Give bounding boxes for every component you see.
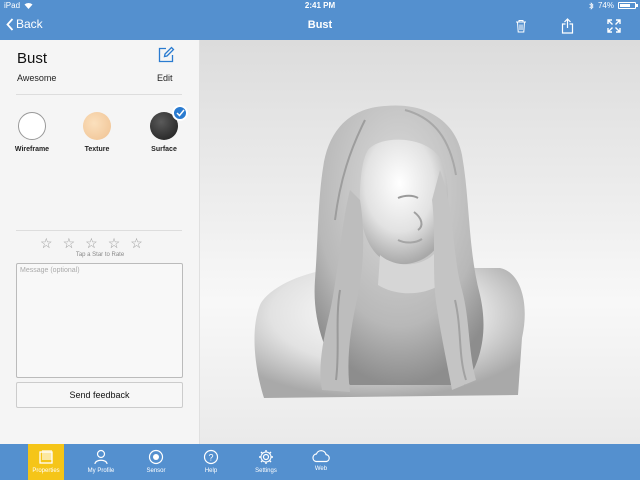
share-icon xyxy=(561,18,573,34)
tab-settings[interactable]: Settings xyxy=(248,444,284,480)
model-viewport[interactable] xyxy=(200,40,640,444)
render-mode-label: Texture xyxy=(84,146,110,153)
render-mode-texture[interactable]: Texture xyxy=(70,112,124,153)
tab-label: Properties xyxy=(32,468,60,474)
feedback-message-input[interactable] xyxy=(16,263,183,378)
cloud-icon xyxy=(312,450,330,463)
tab-my-profile[interactable]: My Profile xyxy=(83,444,119,480)
render-mode-surface[interactable]: Surface xyxy=(137,105,191,153)
star-icon[interactable]: ☆ xyxy=(130,236,143,250)
surface-swatch xyxy=(150,105,188,140)
divider xyxy=(16,94,182,95)
tab-label: Settings xyxy=(255,468,277,474)
texture-swatch xyxy=(83,112,111,140)
divider xyxy=(16,230,182,231)
help-icon: ? xyxy=(203,449,219,465)
wireframe-swatch xyxy=(18,112,46,140)
bust-model xyxy=(254,105,525,398)
rating-hint: Tap a Star to Rate xyxy=(75,252,125,258)
tab-label: Web xyxy=(314,466,328,472)
star-rating: ☆ ☆ ☆ ☆ ☆ xyxy=(40,236,143,250)
profile-icon xyxy=(94,449,108,465)
tab-label: Help xyxy=(204,468,218,474)
properties-icon xyxy=(39,450,53,464)
battery-percent: 74% xyxy=(597,1,614,10)
delete-button[interactable] xyxy=(512,17,530,35)
tab-label: Sensor xyxy=(146,468,166,474)
tab-properties[interactable]: Properties xyxy=(28,444,64,480)
status-time: 2:41 PM xyxy=(304,1,336,10)
svg-text:?: ? xyxy=(208,453,213,463)
star-icon[interactable]: ☆ xyxy=(108,236,121,250)
tab-sensor[interactable]: Sensor xyxy=(138,444,174,480)
bluetooth-icon xyxy=(589,1,594,10)
page-title: Bust xyxy=(307,19,333,31)
status-bar: iPad 2:41 PM 74% xyxy=(0,0,640,12)
tab-help[interactable]: ? Help xyxy=(193,444,229,480)
edit-icon[interactable] xyxy=(157,46,175,64)
tab-web[interactable]: Web xyxy=(303,444,339,480)
trash-icon xyxy=(516,20,526,33)
gear-icon xyxy=(259,450,273,464)
star-icon[interactable]: ☆ xyxy=(40,236,53,250)
render-mode-label: Surface xyxy=(151,146,177,153)
star-icon[interactable]: ☆ xyxy=(63,236,76,250)
edit-button[interactable]: Edit xyxy=(157,73,173,83)
tab-label: My Profile xyxy=(87,468,115,474)
send-feedback-button[interactable]: Send feedback xyxy=(16,382,183,408)
star-icon[interactable]: ☆ xyxy=(85,236,98,250)
share-button[interactable] xyxy=(558,17,576,35)
properties-panel: Bust Awesome Edit Wireframe Texture Surf… xyxy=(0,40,200,444)
sensor-icon xyxy=(148,449,164,465)
fullscreen-button[interactable] xyxy=(605,17,623,35)
model-title: Bust xyxy=(17,50,48,67)
expand-icon xyxy=(607,19,621,33)
battery-icon xyxy=(618,2,638,9)
render-mode-wireframe[interactable]: Wireframe xyxy=(5,112,59,153)
model-subtitle: Awesome xyxy=(17,73,57,83)
checkmark-icon xyxy=(172,105,188,121)
render-mode-label: Wireframe xyxy=(14,146,50,153)
tab-bar: Properties My Profile Sensor ? Help Sett… xyxy=(0,444,640,480)
nav-bar: Back Bust xyxy=(0,12,640,40)
